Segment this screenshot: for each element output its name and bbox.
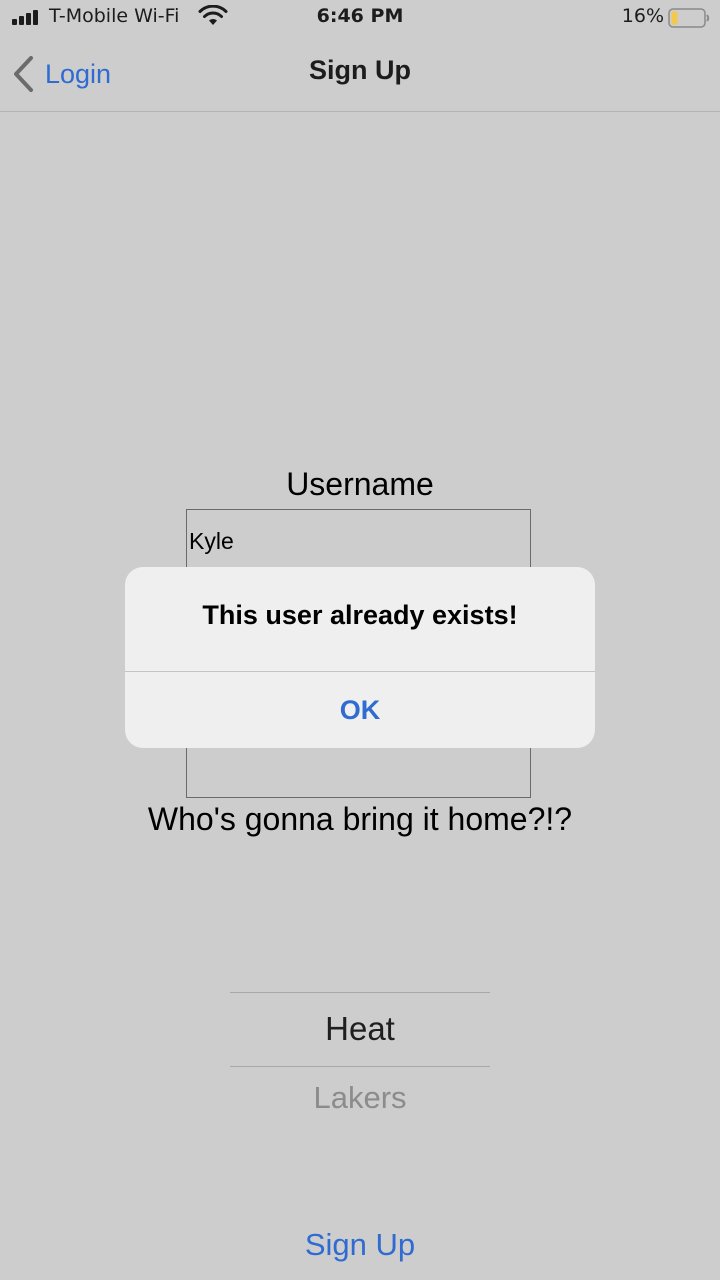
- status-bar: T-Mobile Wi-Fi 6:46 PM 16%: [0, 0, 720, 36]
- username-label: Username: [286, 466, 434, 502]
- alert-title: This user already exists!: [202, 600, 518, 630]
- navigation-bar: Login Sign Up: [0, 36, 720, 112]
- battery-percent: 16%: [621, 5, 664, 27]
- username-value: Kyle: [189, 528, 234, 554]
- status-time: 6:46 PM: [316, 5, 404, 27]
- team-picker[interactable]: Heat Lakers: [230, 960, 490, 1160]
- picker-item-selected[interactable]: Heat: [230, 1010, 490, 1048]
- alert-ok-button[interactable]: OK: [125, 672, 595, 748]
- team-prompt: Who's gonna bring it home?!?: [147, 801, 573, 837]
- page-title: Sign Up: [309, 55, 411, 85]
- picker-divider-bottom: [230, 1066, 490, 1067]
- alert-dialog: This user already exists! OK: [125, 567, 595, 748]
- picker-item[interactable]: Lakers: [230, 1080, 490, 1116]
- sign-up-button[interactable]: Sign Up: [0, 1227, 720, 1263]
- battery-icon: [668, 8, 710, 28]
- signup-screen: T-Mobile Wi-Fi 6:46 PM 16% Login Sign Up…: [0, 0, 720, 1280]
- picker-divider-top: [230, 992, 490, 993]
